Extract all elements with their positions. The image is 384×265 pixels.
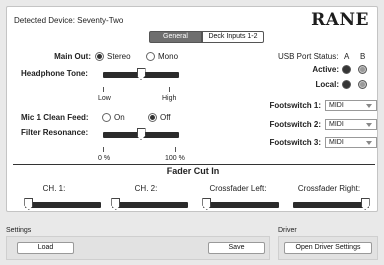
main-out-stereo-radio[interactable]	[95, 52, 104, 61]
chevron-down-icon	[366, 141, 372, 145]
fader-ch2-track	[112, 202, 188, 208]
crossfader-left-track	[203, 202, 279, 208]
tick-mark	[103, 147, 104, 152]
mic-clean-off-radio[interactable]	[148, 113, 157, 122]
local-a-status-led	[342, 80, 351, 89]
footswitch-1-select[interactable]: MIDI	[325, 100, 377, 111]
settings-label: Settings	[6, 227, 32, 234]
footswitch-3-label: Footswitch 3:	[269, 138, 321, 147]
footswitch-2-value: MIDI	[329, 121, 344, 128]
fader-ch1-label: CH. 1:	[42, 184, 66, 193]
device-label: Detected Device: Seventy-Two	[14, 16, 124, 25]
crossfader-left-label: Crossfader Left:	[209, 184, 267, 193]
active-a-status-led	[342, 65, 351, 74]
fader-ch2-label: CH. 2:	[134, 184, 158, 193]
local-b-status-led	[358, 80, 367, 89]
rane-logo: RANE	[311, 10, 369, 30]
main-out-stereo-label: Stereo	[107, 52, 131, 61]
tick-mark	[169, 87, 170, 92]
filter-resonance-label: Filter Resonance:	[21, 128, 89, 137]
usb-col-b: B	[360, 52, 366, 61]
driver-label: Driver	[278, 227, 297, 234]
footswitch-1-label: Footswitch 1:	[269, 101, 321, 110]
crossfader-left-slider-thumb[interactable]	[202, 198, 212, 210]
usb-status-label: USB Port Status:	[278, 52, 339, 61]
load-button[interactable]: Load	[17, 242, 74, 254]
local-label: Local:	[315, 80, 339, 89]
main-out-label: Main Out:	[54, 52, 91, 61]
save-button[interactable]: Save	[208, 242, 265, 254]
filter-max-label: 100 %	[165, 155, 185, 162]
fader-ch1-slider-thumb[interactable]	[24, 198, 34, 210]
active-label: Active:	[312, 65, 339, 74]
tick-mark	[175, 147, 176, 152]
chevron-down-icon	[366, 104, 372, 108]
filter-resonance-slider-thumb[interactable]	[136, 128, 146, 140]
footswitch-3-select[interactable]: MIDI	[325, 137, 377, 148]
mic-clean-off-label: Off	[160, 113, 171, 122]
crossfader-right-track	[293, 202, 369, 208]
fader-cut-in-title: Fader Cut In	[166, 166, 220, 176]
main-out-mono-label: Mono	[158, 52, 179, 61]
tick-mark	[103, 87, 104, 92]
chevron-down-icon	[366, 123, 372, 127]
active-b-status-led	[358, 65, 367, 74]
open-driver-settings-button[interactable]: Open Driver Settings	[284, 242, 372, 254]
headphone-high-label: High	[162, 95, 177, 102]
main-out-mono-radio[interactable]	[146, 52, 155, 61]
mic-clean-feed-label: Mic 1 Clean Feed:	[21, 113, 89, 122]
fader-ch2-slider-thumb[interactable]	[111, 198, 121, 210]
usb-col-a: A	[344, 52, 350, 61]
filter-min-label: 0 %	[98, 155, 111, 162]
main-panel: Detected Device: Seventy-Two RANE Genera…	[6, 6, 378, 212]
mic-clean-on-label: On	[114, 113, 125, 122]
section-divider	[13, 164, 375, 165]
footswitch-1-value: MIDI	[329, 102, 344, 109]
tab-deck-inputs[interactable]: Deck Inputs 1-2	[202, 31, 264, 43]
headphone-low-label: Low	[98, 95, 111, 102]
mic-clean-on-radio[interactable]	[102, 113, 111, 122]
footswitch-2-select[interactable]: MIDI	[325, 119, 377, 130]
headphone-tone-slider-thumb[interactable]	[136, 68, 146, 80]
footswitch-2-label: Footswitch 2:	[269, 120, 321, 129]
crossfader-right-slider-thumb[interactable]	[360, 198, 370, 210]
headphone-tone-label: Headphone Tone:	[21, 69, 88, 78]
crossfader-right-label: Crossfader Right:	[297, 184, 361, 193]
fader-ch1-track	[25, 202, 101, 208]
tab-general[interactable]: General	[149, 31, 202, 43]
footswitch-3-value: MIDI	[329, 139, 344, 146]
